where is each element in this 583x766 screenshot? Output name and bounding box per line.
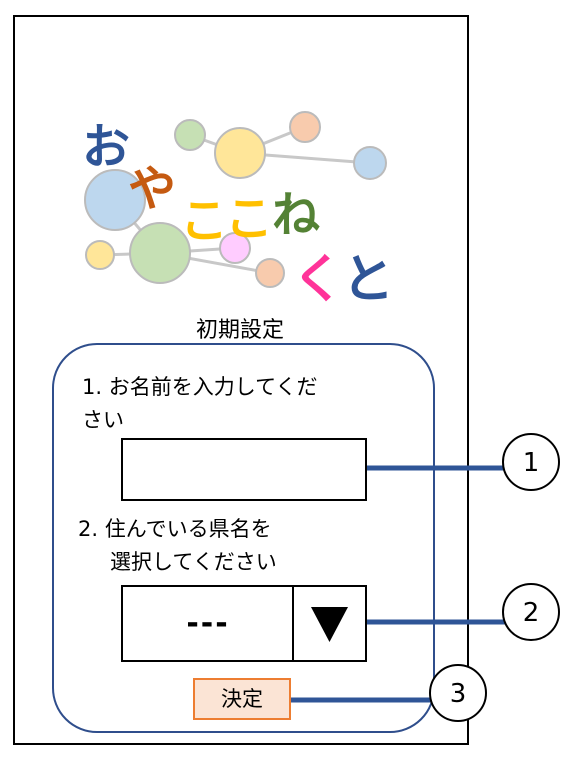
name-input[interactable] [121, 438, 367, 501]
prefecture-label: 2. 住んでいる県名を [78, 517, 272, 541]
callout-marker [502, 433, 560, 491]
logo-bubble [85, 240, 115, 270]
logo-bubble [289, 111, 321, 143]
logo-char-to: と [342, 250, 394, 310]
logo-bubble [214, 127, 266, 179]
logo-bubble [174, 119, 206, 151]
triangle-down-icon [311, 607, 348, 642]
callout-marker [502, 583, 560, 641]
page-title: 初期設定 [195, 318, 284, 343]
logo-char-ku: く [292, 250, 344, 310]
logo-char-ya: や [128, 161, 176, 217]
submit-button[interactable]: 決定 [193, 678, 291, 720]
logo-char-ko: こ [225, 191, 273, 247]
prefecture-select[interactable]: --- [121, 585, 367, 662]
logo-bubble [353, 146, 387, 180]
logo-char-ko: こ [180, 193, 228, 249]
name-label: 1. お名前を入力してくだ [82, 375, 318, 399]
callout-number: 2 [523, 598, 540, 628]
callout-number: 1 [523, 448, 540, 478]
logo-char-ne: ね [272, 187, 320, 243]
name-label-cont: さい [82, 408, 124, 432]
app-logo: お や こ こ ね く と [82, 111, 394, 310]
dropdown-arrow-button[interactable] [292, 587, 365, 660]
prefecture-selected-value: --- [186, 606, 230, 641]
logo-char-o: お [82, 119, 130, 175]
logo-bubble [255, 258, 285, 288]
prefecture-label-cont: 選択してください [110, 550, 277, 574]
